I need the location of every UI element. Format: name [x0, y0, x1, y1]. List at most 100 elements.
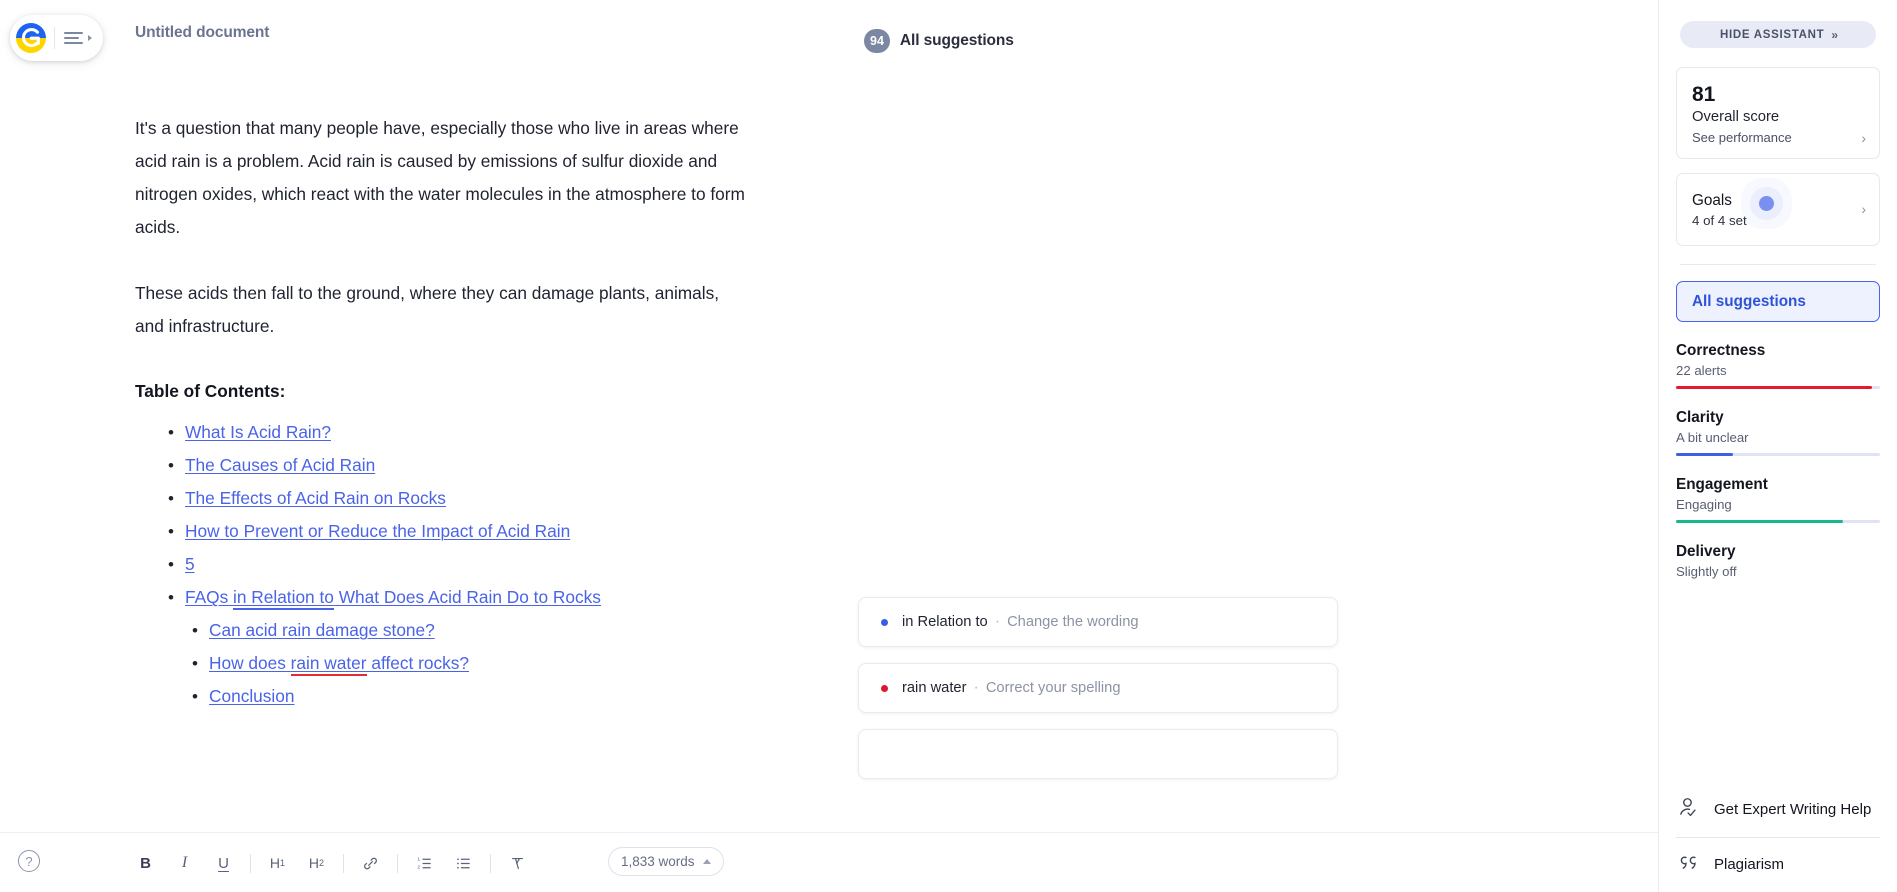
document-content[interactable]: It's a question that many people have, e… — [0, 72, 830, 832]
category-engagement[interactable]: Engagement Engaging — [1676, 476, 1880, 523]
link-label: Plagiarism — [1714, 856, 1785, 873]
suggestion-card[interactable]: in Relation to · Change the wording — [858, 597, 1338, 647]
category-status: A bit unclear — [1676, 430, 1749, 445]
category-name: Engagement — [1676, 476, 1768, 493]
goals-card[interactable]: Goals 4 of 4 set › — [1676, 173, 1880, 246]
toolbar-divider — [490, 853, 491, 873]
clarity-highlight[interactable]: in Relation to — [233, 587, 334, 610]
word-count-button[interactable]: 1,833 words — [608, 847, 724, 876]
see-performance-link[interactable]: See performance — [1692, 130, 1864, 145]
assistant-sidebar: HIDE ASSISTANT » 81 Overall score See pe… — [1658, 0, 1897, 892]
category-clarity[interactable]: Clarity A bit unclear — [1676, 409, 1880, 456]
toc-link-cutoff[interactable]: Conclusion — [209, 686, 295, 706]
toc-text: FAQs — [185, 587, 234, 607]
main-editor-area: Untitled document 94 All suggestions It'… — [0, 0, 1658, 892]
toc-link-faqs[interactable]: FAQs in Relation to What Does Acid Rain … — [185, 587, 601, 610]
h1-letter: H — [269, 855, 281, 871]
toc-sublist: Can acid rain damage stone? How does rai… — [185, 614, 830, 713]
toc-link[interactable]: How to Prevent or Reduce the Impact of A… — [185, 521, 570, 541]
top-bar: Untitled document 94 All suggestions — [0, 0, 1658, 72]
chevron-right-icon — [88, 35, 92, 41]
plagiarism-link[interactable]: Plagiarism — [1676, 838, 1880, 892]
toc-link[interactable]: The Effects of Acid Rain on Rocks — [185, 488, 446, 508]
tab-all-suggestions[interactable]: All suggestions — [1676, 281, 1880, 322]
h2-sub: 2 — [319, 858, 325, 868]
toolbar-divider — [397, 853, 398, 873]
list-item: The Effects of Acid Rain on Rocks — [135, 482, 830, 515]
sidebar-bottom-links: Get Expert Writing Help Plagiarism — [1676, 783, 1880, 892]
suggestion-separator: · — [994, 613, 1001, 630]
overall-score-label: Overall score — [1692, 109, 1780, 125]
hide-assistant-label: HIDE ASSISTANT — [1719, 28, 1825, 41]
formatting-tools: B I U H1 H2 1 2 — [126, 833, 537, 892]
clear-formatting-icon[interactable] — [503, 848, 532, 878]
list-item: 5 — [135, 548, 830, 581]
bullet-list-icon[interactable] — [449, 848, 478, 878]
hamburger-menu-icon[interactable] — [64, 32, 92, 44]
link-icon[interactable] — [356, 848, 385, 878]
suggestion-highlight: in Relation to — [902, 614, 988, 630]
suggestion-card[interactable] — [858, 729, 1338, 779]
get-expert-writing-help-link[interactable]: Get Expert Writing Help — [1676, 783, 1880, 837]
toc-link[interactable]: Can acid rain damage stone? — [209, 620, 435, 640]
suggestion-type-dot — [881, 618, 888, 626]
category-progress-track — [1676, 386, 1880, 389]
hide-assistant-button[interactable]: HIDE ASSISTANT » — [1680, 21, 1876, 48]
list-item: What Is Acid Rain? — [135, 416, 830, 449]
category-progress-track — [1676, 453, 1880, 456]
category-progress-fill — [1676, 453, 1734, 456]
toc-heading: Table of Contents: — [135, 381, 286, 401]
overall-score-card[interactable]: 81 Overall score See performance › — [1676, 67, 1880, 159]
toolbar-divider — [343, 853, 344, 873]
toc-link[interactable]: The Causes of Acid Rain — [185, 455, 375, 475]
toc-text: What Does Acid Rain Do to Rocks — [333, 587, 601, 607]
category-progress-fill — [1676, 386, 1872, 389]
suggestion-card[interactable]: rain water · Correct your spelling — [858, 663, 1338, 713]
h1-sub: 1 — [280, 858, 286, 868]
toc-link[interactable]: 5 — [185, 554, 195, 574]
question-mark-icon[interactable]: ? — [18, 850, 40, 872]
double-chevron-right-icon: » — [1831, 27, 1838, 42]
bold-button[interactable]: B — [131, 848, 160, 878]
underline-button[interactable]: U — [209, 848, 238, 878]
brand-menu-pill[interactable] — [10, 15, 103, 61]
toolbar-divider — [250, 853, 251, 873]
toc-link[interactable]: What Is Acid Rain? — [185, 422, 331, 442]
toc-text: affect rocks? — [366, 653, 470, 673]
quotation-marks-icon — [1676, 850, 1701, 880]
chevron-right-icon: › — [1861, 130, 1866, 146]
list-item: Can acid rain damage stone? — [185, 614, 830, 647]
spelling-highlight[interactable]: rain water — [290, 653, 367, 676]
suggestion-separator: · — [973, 679, 979, 696]
grammarly-logo — [16, 23, 46, 53]
goals-status: 4 of 4 set — [1692, 213, 1747, 228]
chevron-right-icon: › — [1861, 201, 1866, 217]
document-title[interactable]: Untitled document — [135, 24, 269, 42]
pill-divider — [54, 27, 55, 49]
person-check-icon — [1676, 795, 1701, 825]
list-item: How to Prevent or Reduce the Impact of A… — [135, 515, 830, 548]
list-item: Conclusion — [185, 680, 830, 713]
category-name: Clarity — [1676, 409, 1724, 426]
ordered-list-icon[interactable]: 1 2 — [410, 848, 439, 878]
toc-text: How does — [209, 653, 291, 673]
bottom-toolbar: ? B I U H1 H2 1 2 1,833 words — [0, 832, 1658, 892]
suggestions-title: All suggestions — [899, 32, 1014, 49]
category-correctness[interactable]: Correctness 22 alerts — [1676, 342, 1880, 389]
goals-indicator-dot — [1759, 196, 1774, 211]
grammarly-editor-app: Untitled document 94 All suggestions It'… — [0, 0, 1897, 892]
category-name: Correctness — [1676, 342, 1766, 359]
italic-button[interactable]: I — [170, 848, 199, 878]
category-delivery[interactable]: Delivery Slightly off — [1676, 543, 1880, 579]
heading2-button[interactable]: H2 — [302, 848, 331, 878]
word-count-label: 1,833 words — [621, 854, 695, 869]
link-label: Get Expert Writing Help — [1714, 801, 1872, 818]
toc-link-rainwater[interactable]: How does rain water affect rocks? — [209, 653, 469, 676]
list-item: How does rain water affect rocks? — [185, 647, 830, 680]
paragraph: It's a question that many people have, e… — [135, 118, 745, 237]
svg-text:1: 1 — [417, 856, 420, 862]
heading1-button[interactable]: H1 — [263, 848, 292, 878]
suggestions-header: 94 All suggestions — [864, 29, 1014, 53]
suggestion-type-dot — [881, 684, 888, 692]
list-item: The Causes of Acid Rain — [135, 449, 830, 482]
